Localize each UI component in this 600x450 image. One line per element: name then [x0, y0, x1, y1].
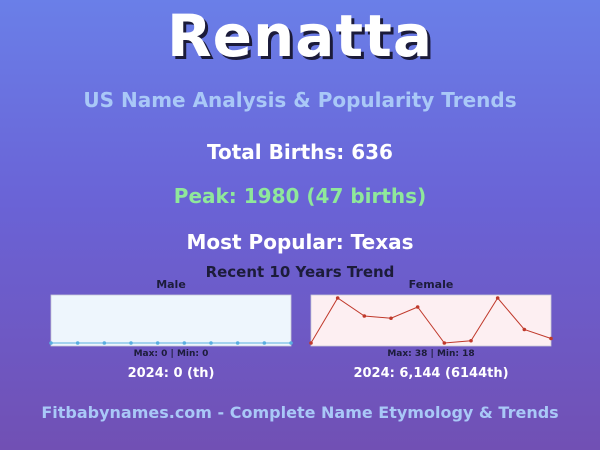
most-popular-state: Most Popular: Texas: [186, 230, 414, 254]
female-data-point: [549, 336, 553, 341]
male-data-point: [129, 341, 133, 345]
male-data-point: [262, 341, 267, 345]
female-data-point: [389, 316, 393, 321]
male-data-point: [102, 341, 107, 345]
male-plot-background: [50, 294, 292, 347]
male-data-point: [75, 341, 80, 345]
male-data-point: [235, 341, 240, 345]
male-data-point: [182, 341, 187, 345]
male-year-rank: 2024: 0 (th): [127, 366, 215, 381]
female-chart-label: Female: [408, 278, 454, 291]
female-trend-chart: [309, 294, 553, 347]
footer-site-credit: Fitbabynames.com - Complete Name Etymolo…: [41, 403, 559, 422]
peak-year: Peak: 1980 (47 births): [173, 184, 427, 208]
male-data-point: [289, 341, 293, 345]
female-max-min: Max: 38 | Min: 18: [387, 349, 475, 359]
male-data-point: [155, 341, 160, 345]
name-title: Renatta: [166, 2, 434, 70]
male-chart-label: Male: [156, 278, 186, 291]
female-data-point: [309, 341, 313, 345]
total-births: Total Births: 636: [207, 140, 393, 164]
male-data-point: [209, 341, 213, 345]
female-data-point: [522, 327, 527, 332]
male-max-min: Max: 0 | Min: 0: [133, 349, 209, 359]
female-plot-background: [310, 294, 552, 347]
female-data-point: [415, 305, 420, 309]
female-data-point: [362, 314, 367, 318]
subtitle: US Name Analysis & Popularity Trends: [83, 88, 517, 112]
female-data-point: [495, 296, 500, 300]
female-year-rank: 2024: 6,144 (6144th): [353, 366, 509, 381]
male-trend-chart: [49, 294, 293, 347]
female-data-point: [469, 338, 473, 343]
male-data-point: [49, 341, 53, 345]
female-data-point: [442, 341, 447, 345]
female-data-point: [335, 296, 340, 300]
